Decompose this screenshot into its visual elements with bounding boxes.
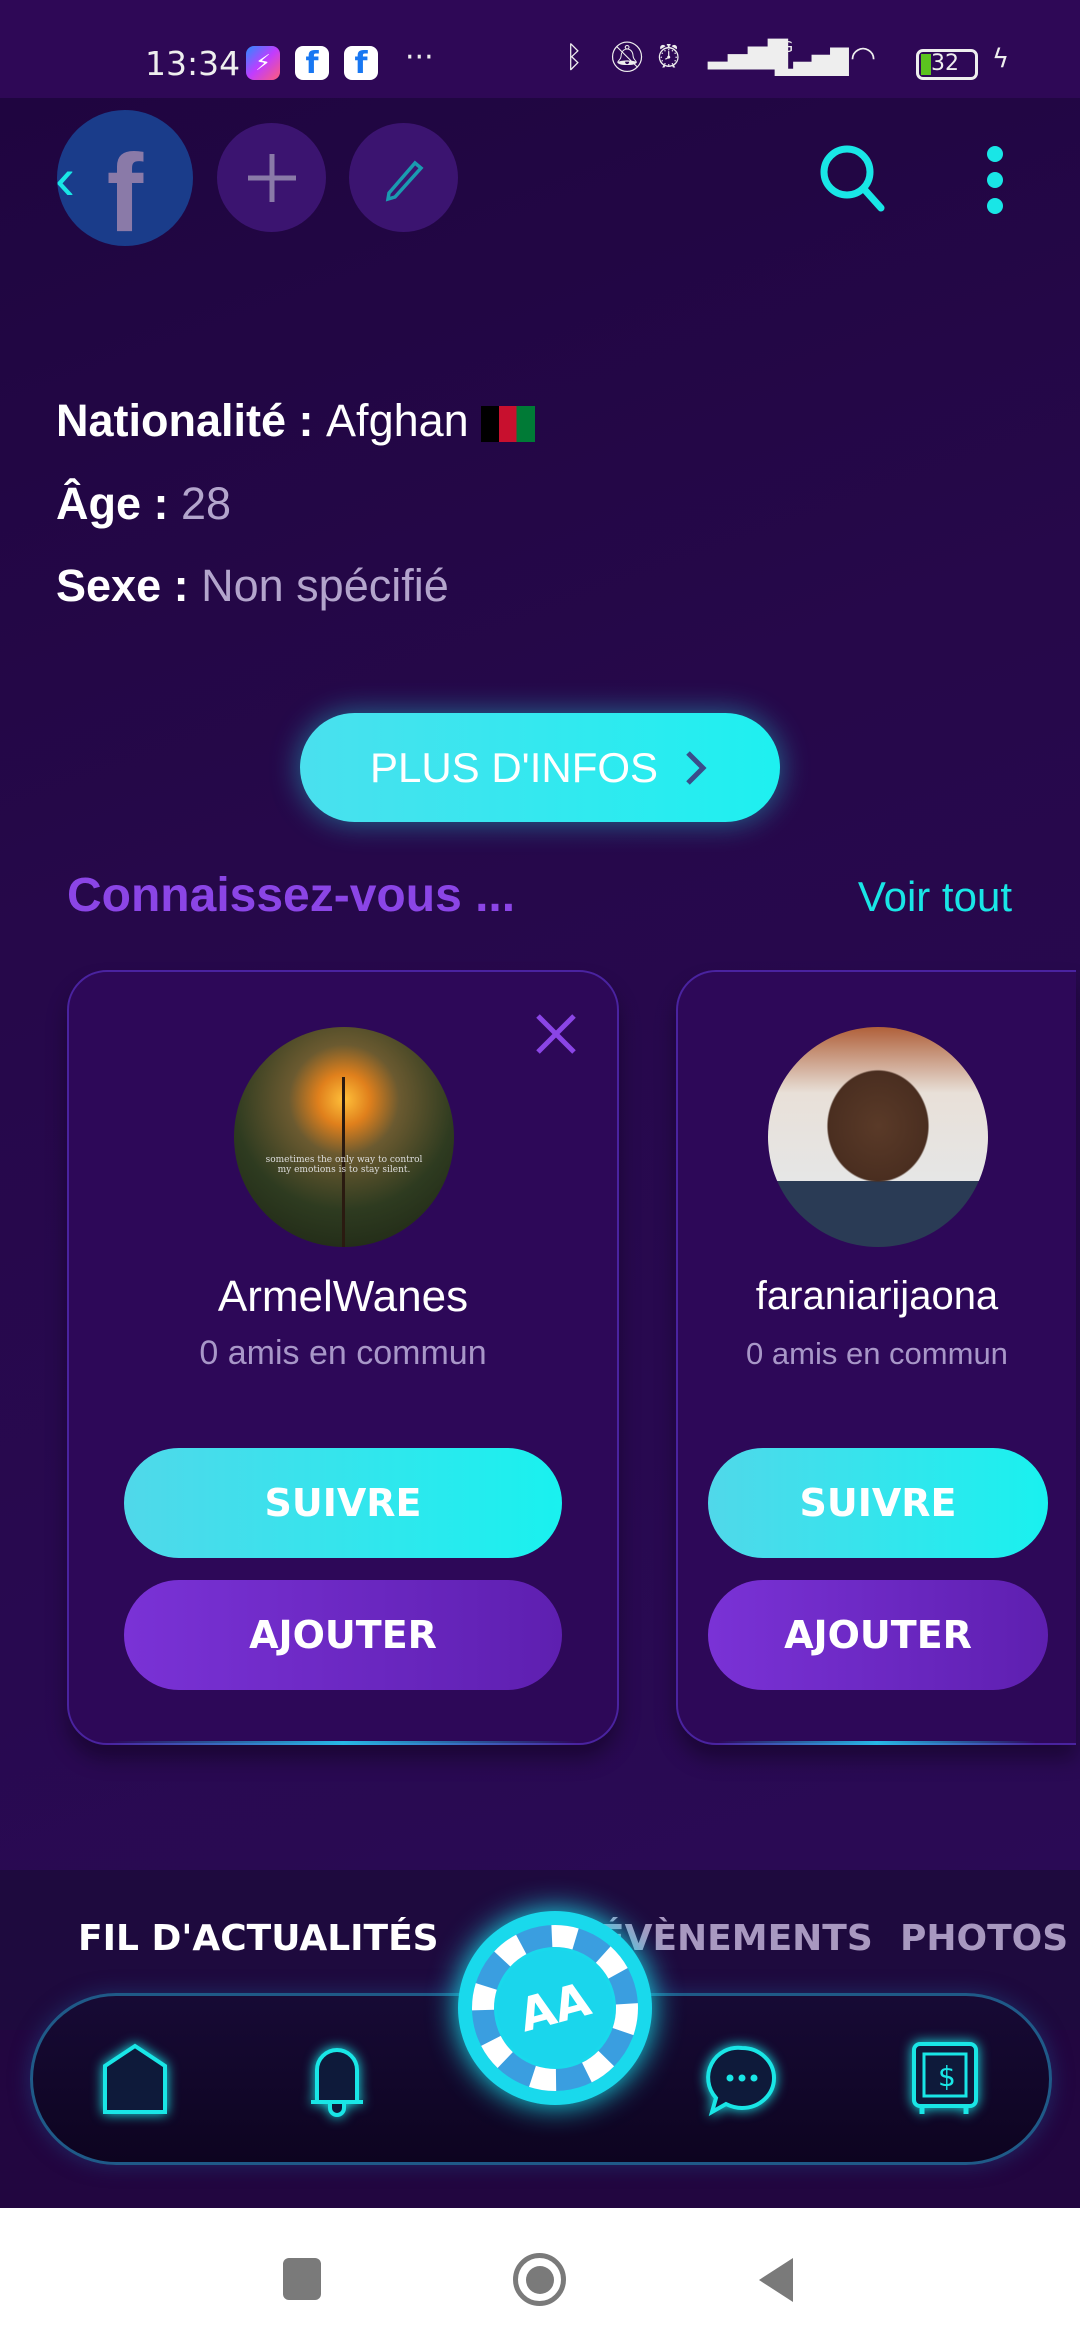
search-icon[interactable]	[815, 140, 895, 220]
add-friend-button[interactable]: AJOUTER	[124, 1580, 562, 1690]
facebook-icon: f	[344, 46, 378, 81]
age-row: Âge : 28	[56, 478, 231, 530]
follow-button[interactable]: SUIVRE	[708, 1448, 1048, 1558]
back-button[interactable]: ‹ f	[55, 110, 193, 255]
sex-value: Non spécifié	[201, 560, 449, 611]
close-icon[interactable]	[534, 1012, 578, 1056]
sex-row: Sexe : Non spécifié	[56, 560, 449, 612]
alarm-icon: ⏰︎	[657, 40, 681, 75]
nationality-row: Nationalité : Afghan	[56, 395, 536, 447]
poker-chip-logo-icon: AA	[472, 1925, 638, 2091]
battery-icon: 32	[916, 49, 978, 80]
home-system-icon[interactable]	[513, 2253, 566, 2306]
follow-button[interactable]: SUIVRE	[124, 1448, 562, 1558]
signal-icon-2: ▂▄▆█	[775, 48, 849, 76]
age-label: Âge :	[56, 478, 169, 529]
svg-text:$: $	[938, 2060, 956, 2093]
more-info-label: PLUS D'INFOS	[369, 743, 659, 791]
avatar[interactable]	[768, 1027, 988, 1247]
home-icon[interactable]	[95, 2040, 175, 2120]
nationality-value: Afghan	[326, 395, 469, 446]
center-logo-button[interactable]: AA	[458, 1911, 652, 2105]
add-button[interactable]	[217, 123, 326, 232]
system-navigation-bar	[0, 2208, 1080, 2340]
suggestion-card: faraniarijaona 0 amis en commun SUIVRE A…	[676, 970, 1076, 1745]
afghanistan-flag-icon	[481, 406, 536, 443]
facebook-avatar-icon: f	[106, 131, 144, 255]
user-name[interactable]: ArmelWanes	[69, 1272, 617, 1322]
chat-icon[interactable]	[702, 2040, 782, 2120]
suggestion-card: sometimes the only way to control my emo…	[67, 970, 619, 1745]
sex-label: Sexe :	[56, 560, 189, 611]
chevron-left-icon: ‹	[55, 145, 75, 212]
safe-icon[interactable]: $	[906, 2040, 986, 2120]
more-notifications: ···	[405, 40, 434, 75]
suggestions-title: Connaissez-vous ...	[67, 869, 516, 922]
edit-button[interactable]	[349, 123, 458, 232]
back-system-icon[interactable]	[755, 2256, 795, 2304]
chevron-right-icon	[686, 750, 707, 785]
tab-photos[interactable]: PHOTOS	[900, 1918, 1068, 1959]
user-name[interactable]: faraniarijaona	[678, 1274, 1076, 1319]
status-time: 13:34	[145, 44, 241, 83]
plus-icon	[247, 153, 296, 202]
charging-icon: ϟ	[992, 44, 1010, 74]
more-info-button[interactable]: PLUS D'INFOS	[300, 713, 780, 822]
facebook-icon: f	[295, 46, 329, 81]
wifi-icon: ◠	[850, 40, 877, 75]
more-vertical-icon[interactable]	[975, 140, 1015, 220]
nationality-label: Nationalité :	[56, 395, 314, 446]
status-bar: 13:34 ⚡ f f ··· ᛒ 🔕︎ ⏰︎ ▂▄▆█ 4G ▂▄▆█ ◠ 3…	[0, 0, 1080, 98]
add-friend-button[interactable]: AJOUTER	[708, 1580, 1048, 1690]
bluetooth-icon: ᛒ	[565, 40, 583, 75]
pencil-icon	[385, 160, 424, 201]
age-value: 28	[181, 478, 232, 529]
mutual-friends: 0 amis en commun	[746, 1336, 1008, 1371]
tab-news-feed[interactable]: FIL D'ACTUALITÉS	[78, 1918, 439, 1959]
see-all-link[interactable]: Voir tout	[858, 873, 1012, 921]
bell-muted-icon: 🔕︎	[608, 40, 647, 75]
battery-level: 32	[931, 51, 959, 76]
mutual-friends: 0 amis en commun	[199, 1334, 487, 1372]
recents-icon[interactable]	[283, 2258, 321, 2300]
avatar-caption: sometimes the only way to control my emo…	[265, 1155, 423, 1175]
messenger-icon: ⚡	[246, 46, 280, 80]
avatar[interactable]: sometimes the only way to control my emo…	[234, 1027, 454, 1247]
bell-icon[interactable]	[297, 2040, 377, 2120]
